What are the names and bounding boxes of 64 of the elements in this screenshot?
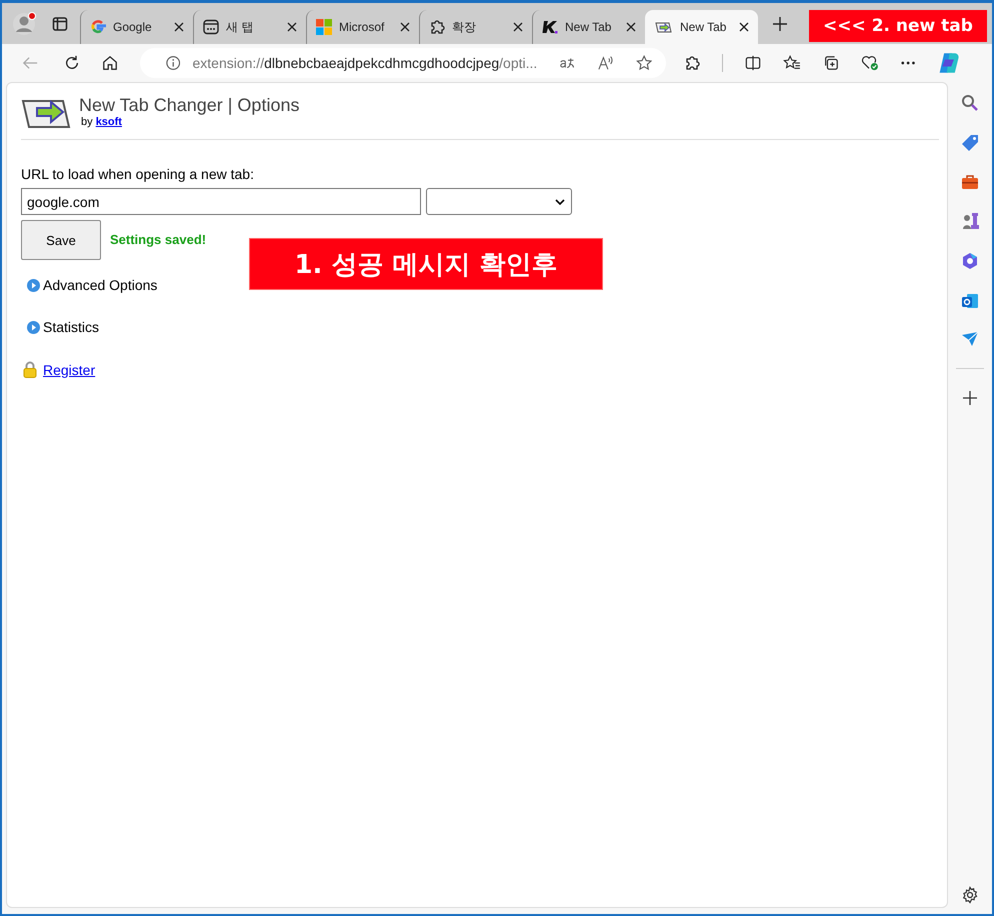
home-icon[interactable]: [102, 54, 118, 72]
favorites-icon[interactable]: [782, 54, 801, 72]
author-link[interactable]: ksoft: [96, 116, 122, 128]
settings-icon[interactable]: [961, 886, 979, 904]
tab-title: 확장: [452, 18, 477, 36]
url-label: URL to load when opening a new tab:: [21, 166, 255, 182]
add-icon[interactable]: [963, 391, 977, 405]
browser-tab[interactable]: 확장: [419, 10, 532, 44]
browser-window-icon: [203, 19, 219, 35]
url-dropdown[interactable]: [426, 188, 572, 215]
search-icon[interactable]: [961, 94, 979, 112]
by-label: by: [81, 116, 93, 128]
browser-tab[interactable]: 새 탭: [193, 10, 306, 44]
browser-tab[interactable]: New Tab: [645, 10, 758, 44]
chess-pieces-icon[interactable]: [961, 212, 979, 230]
info-icon[interactable]: [166, 55, 180, 71]
tab-title: Google: [113, 20, 153, 34]
translate-icon[interactable]: [559, 56, 576, 70]
profile-avatar-icon[interactable]: [12, 10, 38, 36]
more-icon[interactable]: [900, 61, 915, 65]
close-icon[interactable]: [400, 22, 410, 32]
tab-title: New Tab: [565, 20, 612, 34]
close-icon[interactable]: [174, 22, 184, 32]
dropdown-caret-icon: [555, 198, 565, 204]
tab-title: Microsof: [339, 20, 386, 34]
save-button[interactable]: Save: [21, 220, 101, 260]
url-text: extension://dlbnebcbaeajdpekcdhmcgdhoodcjpeg/opti...: [192, 55, 538, 71]
section-toggle[interactable]: Statistics: [27, 319, 939, 335]
tab-title: 새 탭: [226, 18, 254, 36]
extensions-icon[interactable]: [684, 54, 700, 72]
lock-icon: [23, 361, 37, 378]
tab-title: New Tab: [680, 20, 728, 34]
url-input-field[interactable]: google.com: [21, 188, 421, 215]
browser-tab[interactable]: Google: [80, 10, 193, 44]
heart-check-icon[interactable]: [860, 54, 879, 72]
arrow-tab-icon: [655, 20, 673, 34]
close-icon[interactable]: [626, 22, 636, 32]
mail-app-icon[interactable]: [961, 292, 979, 310]
browser-tab[interactable]: Microsof: [306, 10, 419, 44]
puzzle-icon: [429, 19, 445, 35]
star-icon[interactable]: [636, 54, 652, 72]
tab-actions-icon[interactable]: [52, 16, 68, 32]
refresh-icon[interactable]: [64, 54, 80, 72]
new-tab-icon[interactable]: [772, 16, 788, 32]
address-bar[interactable]: extension://dlbnebcbaeajdpekcdhmcgdhoodcjpeg/opti...: [140, 48, 666, 78]
close-icon[interactable]: [739, 22, 749, 32]
close-icon[interactable]: [513, 22, 523, 32]
annotation-label: <<< 2. new tab: [809, 10, 987, 42]
register-link[interactable]: Register: [43, 362, 96, 378]
google-icon: [90, 19, 106, 35]
read-aloud-icon[interactable]: [598, 55, 614, 71]
split-screen-icon[interactable]: [744, 55, 761, 71]
page-title: New Tab Changer | Options: [79, 95, 300, 116]
ring-logo-icon[interactable]: [961, 252, 979, 270]
paper-plane-icon[interactable]: [961, 332, 979, 346]
status-message: Settings saved!: [110, 232, 206, 247]
collections-icon[interactable]: [822, 54, 839, 72]
close-icon[interactable]: [287, 22, 297, 32]
toolbox-icon[interactable]: [961, 174, 979, 190]
annotation-label: 1. 성공 메시지 확인후: [249, 238, 603, 290]
microsoft-icon: [316, 19, 332, 35]
copilot-icon[interactable]: [936, 51, 960, 75]
tag-icon[interactable]: [961, 134, 979, 152]
k-logo-icon: [542, 19, 558, 35]
